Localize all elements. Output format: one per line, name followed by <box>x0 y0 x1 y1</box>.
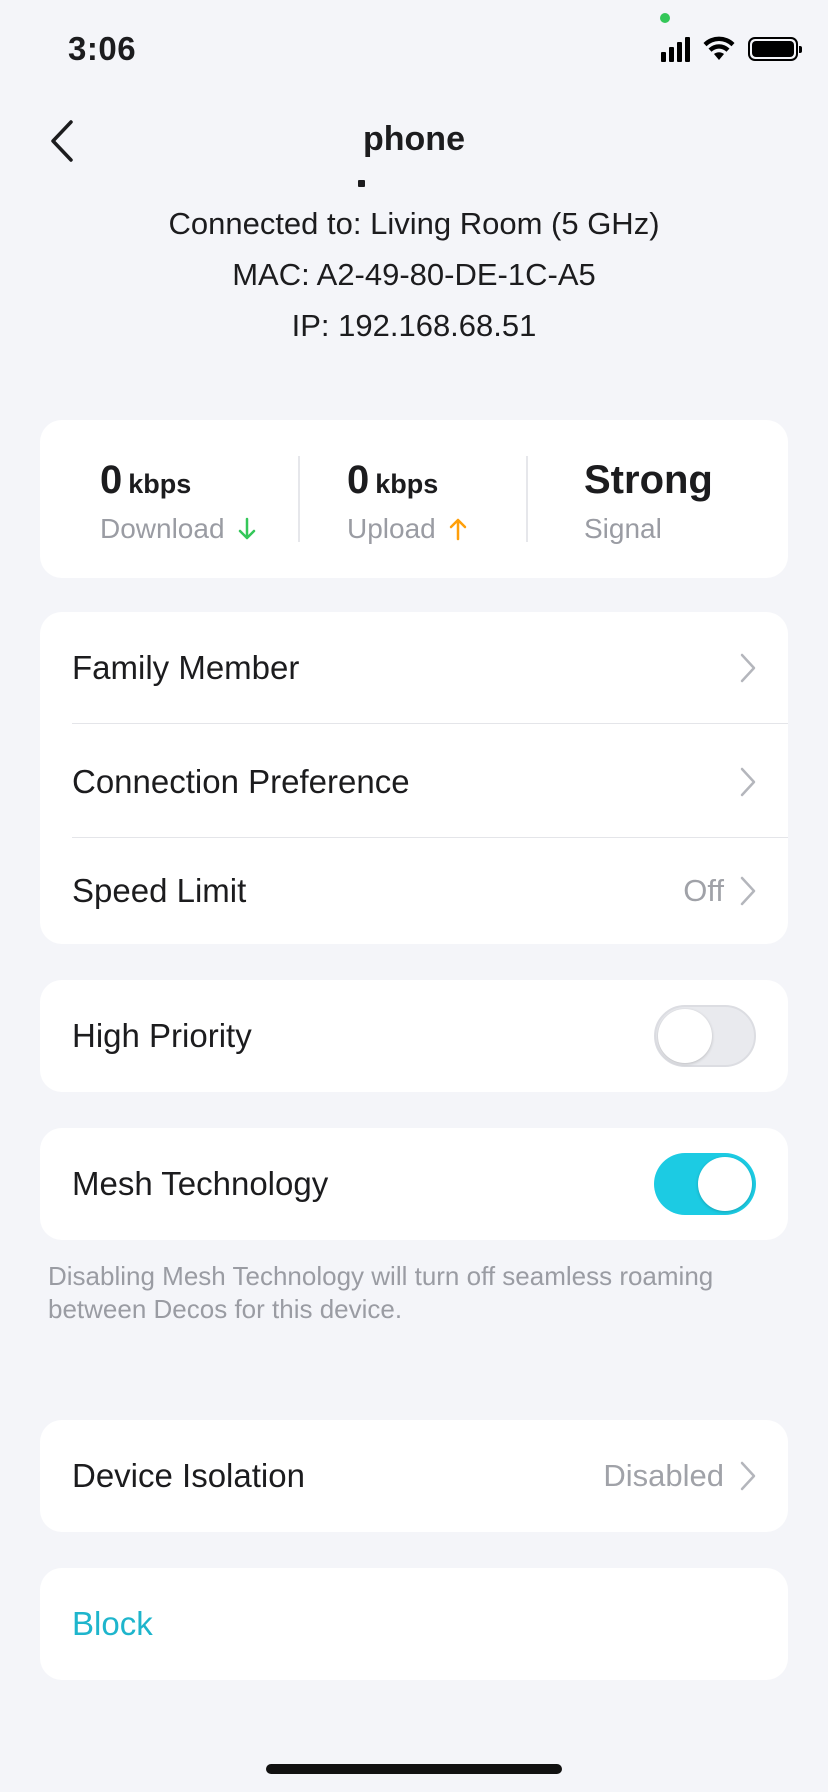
home-indicator[interactable] <box>266 1764 562 1774</box>
family-member-row[interactable]: Family Member <box>40 614 788 722</box>
block-button[interactable]: Block <box>40 1570 788 1678</box>
title-marker <box>358 180 365 187</box>
battery-icon <box>748 37 802 61</box>
speed-limit-value: Off <box>683 873 724 908</box>
status-time: 3:06 <box>68 30 137 67</box>
chevron-right-icon <box>740 876 756 906</box>
download-label: Download <box>100 513 225 544</box>
upload-stat: 0 kbps Upload <box>347 458 468 545</box>
wifi-icon <box>703 36 735 60</box>
ip-address-text: IP: 192.168.68.51 <box>291 308 537 343</box>
mac-address-text: MAC: A2-49-80-DE-1C-A5 <box>232 257 596 292</box>
upload-label: Upload <box>347 513 436 544</box>
chevron-right-icon <box>740 767 756 797</box>
arrow-down-icon <box>238 517 255 540</box>
mesh-technology-row: Mesh Technology <box>40 1130 788 1238</box>
download-unit: kbps <box>128 469 192 499</box>
device-isolation-label: Device Isolation <box>72 1457 305 1494</box>
page-title: phone <box>363 120 465 158</box>
download-value: 0 <box>100 458 123 502</box>
chevron-right-icon <box>740 1461 756 1491</box>
device-isolation-row[interactable]: Device Isolation Disabled <box>40 1422 788 1530</box>
toggle-knob <box>698 1157 752 1211</box>
block-label: Block <box>72 1605 153 1642</box>
mesh-technology-label: Mesh Technology <box>72 1165 329 1202</box>
privacy-indicator-dot <box>660 13 670 23</box>
mesh-technology-toggle[interactable] <box>654 1153 756 1215</box>
upload-value: 0 <box>347 458 370 502</box>
device-detail-screen: 3:06 phone Connected to: Living Room (5 … <box>0 0 828 1792</box>
mesh-technology-note: Disabling Mesh Technology will turn off … <box>48 1261 714 1324</box>
stats-divider <box>298 456 300 542</box>
signal-value: Strong <box>584 458 713 502</box>
download-stat: 0 kbps Download <box>100 458 257 545</box>
speed-limit-row[interactable]: Speed Limit Off <box>40 837 788 945</box>
toggle-knob <box>658 1009 712 1063</box>
cellular-signal-icon <box>661 36 690 62</box>
signal-stat: Strong Signal <box>584 458 713 545</box>
device-isolation-value: Disabled <box>603 1458 724 1493</box>
settings-group-card: Family Member Connection Preference Spee… <box>40 612 788 944</box>
traffic-stats-card: 0 kbps Download 0 kbps Upload Strong Sig… <box>40 420 788 578</box>
connection-preference-label: Connection Preference <box>72 763 410 800</box>
connected-to-text: Connected to: Living Room (5 GHz) <box>168 206 660 241</box>
status-icons <box>661 36 802 62</box>
high-priority-toggle[interactable] <box>654 1005 756 1067</box>
block-card: Block <box>40 1568 788 1680</box>
row-divider <box>72 723 788 724</box>
upload-unit: kbps <box>375 469 439 499</box>
stats-divider <box>526 456 528 542</box>
device-isolation-card: Device Isolation Disabled <box>40 1420 788 1532</box>
signal-label: Signal <box>584 513 662 544</box>
high-priority-card: High Priority <box>40 980 788 1092</box>
high-priority-label: High Priority <box>72 1017 252 1054</box>
arrow-up-icon <box>449 518 466 541</box>
connection-preference-row[interactable]: Connection Preference <box>40 728 788 836</box>
chevron-right-icon <box>740 653 756 683</box>
mesh-technology-card: Mesh Technology <box>40 1128 788 1240</box>
family-member-label: Family Member <box>72 649 300 686</box>
speed-limit-label: Speed Limit <box>72 872 247 909</box>
high-priority-row: High Priority <box>40 982 788 1090</box>
